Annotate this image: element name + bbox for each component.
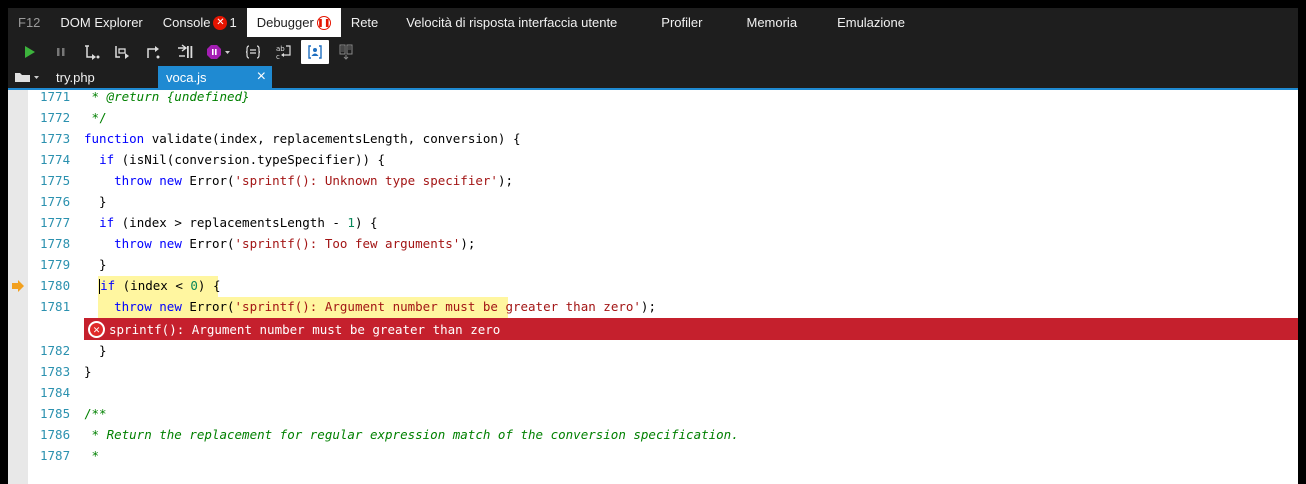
code-line: 1787 * [8,445,1298,466]
doc-tab-voca-js-label: voca.js [166,69,207,85]
paused-badge-icon: ❚❚ [316,15,331,30]
code-editor[interactable]: 1771 * @return {undefined} 1772 */ 1773 … [8,89,1298,484]
code-line: 1786 * Return the replacement for regula… [8,424,1298,445]
line-text: } [84,194,107,209]
line-number: 1784 [40,385,71,400]
source-maps-icon[interactable] [332,40,360,64]
step-into-icon[interactable] [78,40,106,64]
line-number: 1781 [40,299,71,314]
code-line: 1772 */ [8,107,1298,128]
tab-ui-responsiveness[interactable]: Velocità di risposta interfaccia utente [388,8,627,37]
f12-label: F12 [18,15,41,30]
tab-console-label: Console [162,15,211,30]
tab-debugger-label: Debugger [256,15,314,30]
line-number: 1779 [40,257,71,272]
line-text: } [84,343,107,358]
line-text: function validate(index, replacementsLen… [84,131,521,146]
code-line-current: 1780 if (index < 0) { [8,275,1298,296]
svg-text:ab: ab [276,45,285,53]
line-number: 1782 [40,343,71,358]
line-text: * Return the replacement for regular exp… [84,427,739,442]
word-wrap-icon[interactable]: ab c [270,40,298,64]
line-number: 1777 [40,215,71,230]
code-line: 1776 } [8,191,1298,212]
line-number: 1776 [40,194,71,209]
line-number: 1783 [40,364,71,379]
close-icon[interactable]: × [257,69,266,85]
console-error-count: 1 [229,15,237,30]
play-icon[interactable] [16,40,44,64]
line-text: */ [84,110,107,125]
debugger-toolbar: ab c [8,37,1298,66]
exception-bar: ✕ sprintf(): Argument number must be gre… [84,318,1298,340]
line-number: 1780 [40,278,71,293]
tab-debugger[interactable]: Debugger ❚❚ [246,8,341,37]
line-text: if (index < 0) { [99,277,221,294]
code-line: 1777 if (index > replacementsLength - 1)… [8,212,1298,233]
break-new-worker-icon[interactable] [171,40,199,64]
tab-dom-explorer[interactable]: DOM Explorer [50,8,152,37]
line-number: 1774 [40,152,71,167]
line-text: throw new Error('sprintf(): Unknown type… [114,173,513,188]
error-badge-icon: ✕ [213,15,228,30]
current-instruction-arrow-icon [12,279,24,292]
tab-memory[interactable]: Memoria [712,8,807,37]
exception-behavior-icon[interactable] [202,40,236,64]
line-text: throw new Error('sprintf(): Too few argu… [114,236,476,251]
line-text: if (index > replacementsLength - 1) { [99,215,378,230]
tab-emulation[interactable]: Emulazione [807,8,915,37]
line-text: } [84,257,107,272]
just-my-code-icon[interactable] [301,39,329,64]
devtools-tab-bar: F12 DOM Explorer Console ✕ 1 Debugger ❚❚… [8,8,1298,37]
code-line: 1775 throw new Error('sprintf(): Unknown… [8,170,1298,191]
code-line: 1778 throw new Error('sprintf(): Too few… [8,233,1298,254]
line-text: /** [84,406,107,421]
code-line: 1779 } [8,254,1298,275]
exception-message: sprintf(): Argument number must be great… [109,321,501,337]
step-out-icon[interactable] [140,40,168,64]
line-number: 1773 [40,131,71,146]
pretty-print-icon[interactable] [239,40,267,64]
document-tab-bar: try.php voca.js × [8,66,1298,88]
svg-text:c: c [276,53,280,60]
open-document-folder-icon[interactable] [8,66,48,88]
code-line: 1782 } [8,340,1298,361]
code-line: 1773 function validate(index, replacemen… [8,128,1298,149]
code-line: 1781 throw new Error('sprintf(): Argumen… [8,296,1298,317]
code-line: 1784 [8,382,1298,403]
line-text: if (isNil(conversion.typeSpecifier)) { [99,152,386,167]
line-number: 1786 [40,427,71,442]
line-number: 1772 [40,110,71,125]
tab-profiler[interactable]: Profiler [627,8,712,37]
code-line: 1785 /** [8,403,1298,424]
line-number: 1775 [40,173,71,188]
tab-network[interactable]: Rete [341,8,388,37]
tab-console[interactable]: Console ✕ 1 [153,8,247,37]
devtools-window: F12 DOM Explorer Console ✕ 1 Debugger ❚❚… [8,8,1298,484]
line-number: 1785 [40,406,71,421]
line-number: 1787 [40,448,71,463]
line-text: } [84,364,92,379]
error-icon: ✕ [88,320,105,338]
line-text: * @return {undefined} [84,89,250,104]
step-over-icon[interactable] [109,40,137,64]
line-text: * [84,448,100,463]
doc-tab-voca-js[interactable]: voca.js × [158,66,272,88]
pause-icon[interactable] [47,40,75,64]
code-line: 1783 } [8,361,1298,382]
line-number: 1778 [40,236,71,251]
line-number: 1771 [40,89,71,104]
code-line: 1771 * @return {undefined} [8,86,1298,107]
code-line: 1774 if (isNil(conversion.typeSpecifier)… [8,149,1298,170]
doc-tab-try-php[interactable]: try.php [48,66,158,88]
line-text: throw new Error('sprintf(): Argument num… [114,299,656,314]
